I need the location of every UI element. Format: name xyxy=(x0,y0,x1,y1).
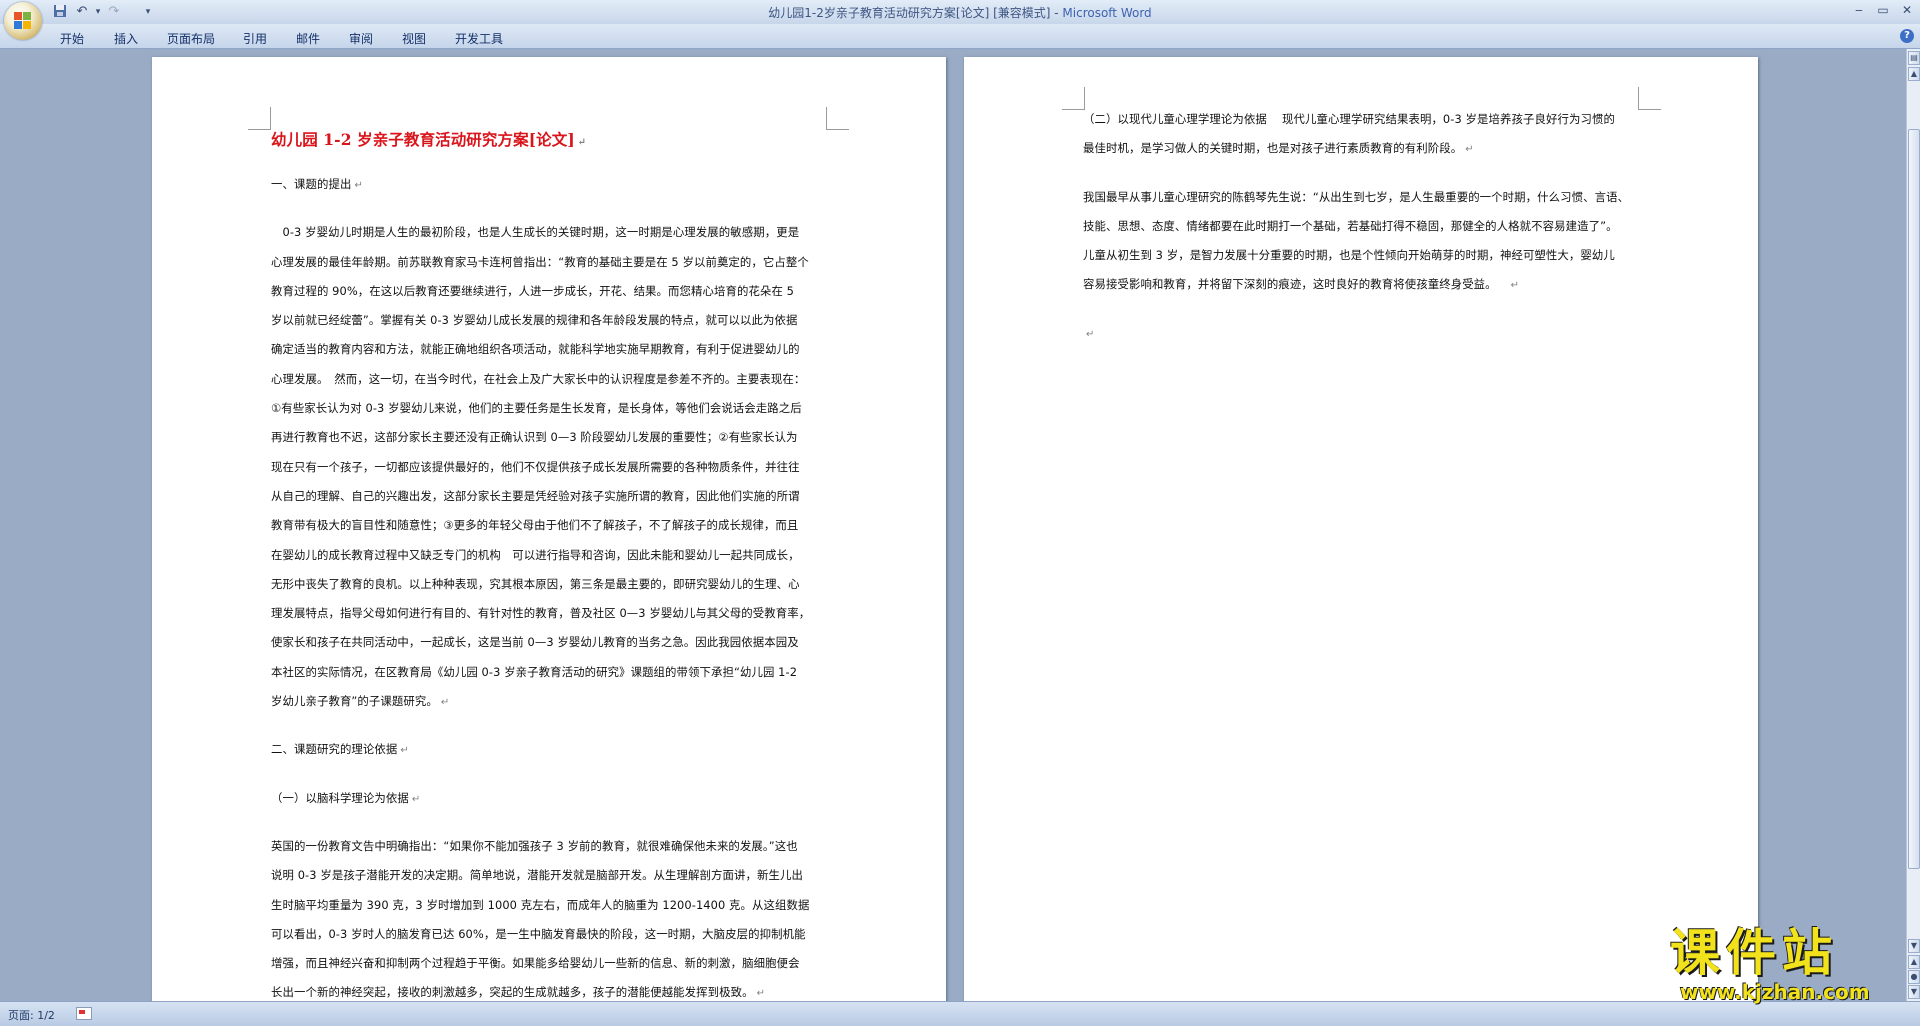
paragraph-4: 我国最早从事儿童心理研究的陈鹤琴先生说：“从出生到七岁，是人生最重要的一个时期，… xyxy=(1083,189,1630,292)
document-title: 幼儿园 1-2 岁亲子教育活动研究方案[论文] ↵ xyxy=(271,130,587,149)
maximize-button[interactable]: ▭ xyxy=(1872,2,1894,18)
scroll-up-icon[interactable]: ▲ xyxy=(1908,67,1920,81)
document-page-1[interactable]: 幼儿园 1-2 岁亲子教育活动研究方案[论文] ↵ 一、课题的提出 ↵ 0-3 岁婴… xyxy=(152,57,946,1001)
heading-1: 一、课题的提出 ↵ xyxy=(271,177,363,191)
proofing-status-icon[interactable] xyxy=(76,1007,92,1020)
paragraph-1: 0-3 岁婴幼儿时期是人生的最初阶段，也是人生成长的关键时期，这一时期是心理发展… xyxy=(271,225,811,709)
page-2-text[interactable]: （二）以现代儿童心理学理论为依据 现代儿童心理学研究结果表明，0-3 岁是培养孩… xyxy=(1083,105,1683,349)
title-bar: ↶ ▾ ↷ ▾ 幼儿园1-2岁亲子教育活动研究方案[论文] [兼容模式] - M… xyxy=(0,0,1920,40)
ruler-toggle-icon[interactable]: ▤ xyxy=(1908,51,1920,65)
tab-view[interactable]: 视图 xyxy=(402,30,426,47)
watermark-logo: 课件站 www.kjzhan.com xyxy=(1670,924,1870,1004)
document-area[interactable]: 幼儿园 1-2 岁亲子教育活动研究方案[论文] ↵ 一、课题的提出 ↵ 0-3 岁婴… xyxy=(0,49,1906,1001)
tab-insert[interactable]: 插入 xyxy=(114,30,138,47)
office-button[interactable] xyxy=(4,2,42,40)
scroll-thumb[interactable] xyxy=(1908,129,1920,869)
tab-page-layout[interactable]: 页面布局 xyxy=(167,30,215,47)
margin-corner-mark xyxy=(248,107,271,130)
window-title: 幼儿园1-2岁亲子教育活动研究方案[论文] [兼容模式] - Microsoft… xyxy=(768,6,1152,20)
vertical-scrollbar[interactable]: ▤ ▲ ▼ ▲ ● ▼ xyxy=(1906,49,1920,1001)
document-page-2[interactable]: （二）以现代儿童心理学理论为依据 现代儿童心理学研究结果表明，0-3 岁是培养孩… xyxy=(964,57,1758,1001)
page-count[interactable]: 页面: 1/2 xyxy=(8,1007,55,1023)
close-button[interactable]: ✕ xyxy=(1896,2,1918,18)
minimize-button[interactable]: ‒ xyxy=(1848,2,1870,18)
ribbon-tab-bar: 开始 插入 页面布局 引用 邮件 审阅 视图 开发工具 ? xyxy=(0,24,1920,49)
empty-paragraph: ↵ xyxy=(1086,328,1095,340)
tab-home[interactable]: 开始 xyxy=(60,30,84,47)
tab-review[interactable]: 审阅 xyxy=(349,30,373,47)
office-logo-icon xyxy=(14,12,32,30)
heading-2: 二、课题研究的理论依据 ↵ xyxy=(271,742,409,757)
tab-developer[interactable]: 开发工具 xyxy=(455,30,503,47)
heading-3: （一）以脑科学理论为依据 ↵ xyxy=(271,790,421,805)
status-bar: 页面: 1/2 xyxy=(0,1001,1920,1026)
help-icon[interactable]: ? xyxy=(1900,29,1914,43)
paragraph-2: 英国的一份教育文告中明确指出：“如果你不能加强孩子 3 岁前的教育，就很难确保他… xyxy=(271,838,810,1000)
page-1-text[interactable]: 幼儿园 1-2 岁亲子教育活动研究方案[论文] ↵ 一、课题的提出 ↵ 0-3 岁婴… xyxy=(271,125,871,1001)
tab-references[interactable]: 引用 xyxy=(243,30,267,47)
tab-mailings[interactable]: 邮件 xyxy=(296,30,320,47)
margin-corner-mark xyxy=(1062,87,1085,110)
paragraph-3: （二）以现代儿童心理学理论为依据 现代儿童心理学研究结果表明，0-3 岁是培养孩… xyxy=(1083,112,1615,156)
